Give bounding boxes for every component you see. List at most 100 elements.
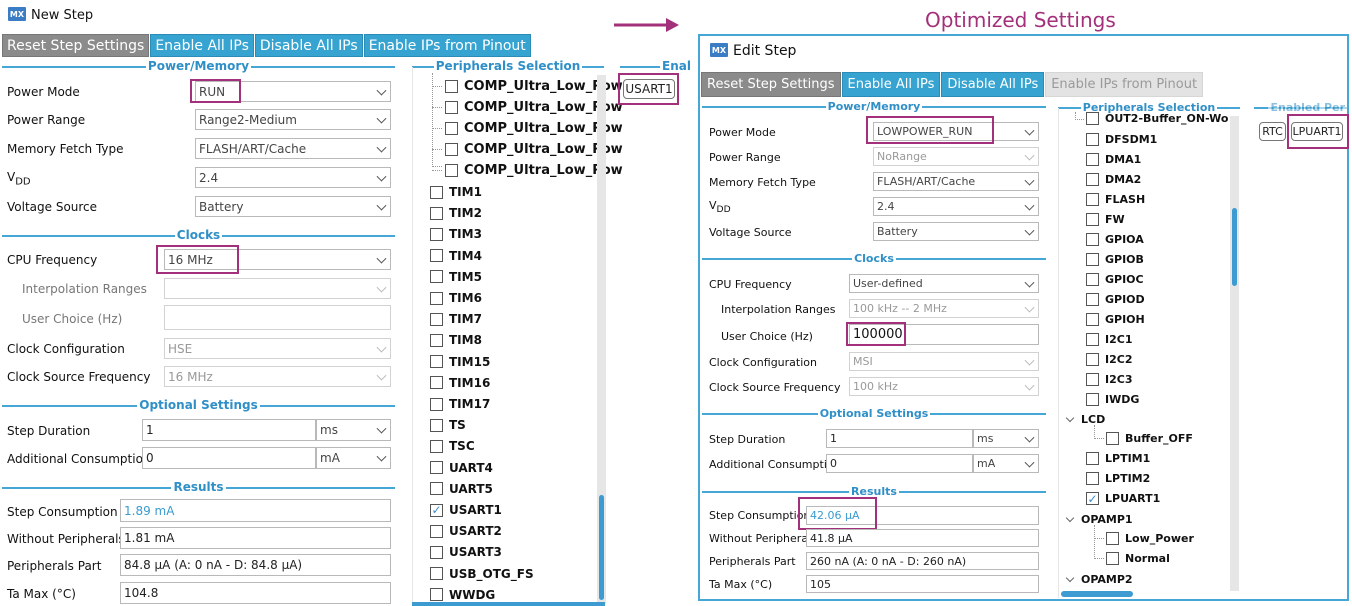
- peripheral-item[interactable]: TIM15: [430, 355, 490, 369]
- peripheral-item[interactable]: TSC: [430, 439, 475, 453]
- checkbox[interactable]: [430, 206, 443, 220]
- checkbox[interactable]: [430, 545, 443, 559]
- peripheral-item[interactable]: TIM4: [430, 249, 482, 263]
- peripheral-item[interactable]: USART2: [430, 524, 502, 538]
- vdd-select[interactable]: 2.4: [195, 167, 391, 188]
- peripheral-item[interactable]: OUT2-Buffer_ON-Wo: [1086, 112, 1228, 125]
- power-mode-select[interactable]: RUN: [195, 81, 391, 102]
- checkbox[interactable]: [1086, 472, 1099, 485]
- checkbox[interactable]: [1086, 213, 1099, 226]
- checkbox[interactable]: [1086, 373, 1099, 386]
- chevron-down-icon[interactable]: [1066, 415, 1075, 424]
- checkbox[interactable]: [1106, 432, 1119, 445]
- checkbox[interactable]: [1086, 273, 1099, 286]
- power-range-select[interactable]: Range2-Medium: [195, 109, 391, 130]
- peripheral-item[interactable]: WWDG: [430, 588, 495, 602]
- user-choice-input[interactable]: 100000: [849, 324, 1039, 345]
- peripheral-item[interactable]: TIM6: [430, 291, 482, 305]
- peripheral-item[interactable]: UART5: [430, 482, 493, 496]
- checkbox[interactable]: [430, 482, 443, 496]
- peripheral-item[interactable]: I2C1: [1086, 333, 1132, 346]
- checkbox[interactable]: [445, 143, 458, 156]
- clock-configuration-select[interactable]: MSI: [849, 352, 1039, 371]
- checkbox[interactable]: [430, 397, 443, 411]
- right-periph-scrollbar[interactable]: [1230, 116, 1239, 591]
- checkbox[interactable]: [445, 80, 458, 93]
- peripheral-item[interactable]: GPIOA: [1086, 233, 1144, 246]
- peripheral-item[interactable]: UART4: [430, 461, 493, 475]
- step-duration-unit-select[interactable]: ms: [316, 419, 391, 441]
- checkbox[interactable]: [430, 355, 443, 369]
- peripheral-item[interactable]: LPTIM2: [1086, 472, 1150, 485]
- peripheral-item[interactable]: USB_OTG_FS: [430, 567, 534, 581]
- interpolation-ranges-select[interactable]: [164, 278, 391, 299]
- enable-ips-from-pinout-button[interactable]: Enable IPs from Pinout: [363, 34, 531, 57]
- checkbox[interactable]: [430, 461, 443, 475]
- peripheral-item[interactable]: TIM7: [430, 312, 482, 326]
- peripheral-item[interactable]: GPIOC: [1086, 273, 1144, 286]
- additional-consumption-input[interactable]: 0: [826, 454, 973, 473]
- user-choice-input[interactable]: [164, 305, 391, 330]
- peripheral-item[interactable]: I2C2: [1086, 353, 1132, 366]
- peripheral-item[interactable]: TIM5: [430, 270, 482, 284]
- peripheral-item[interactable]: GPIOH: [1086, 313, 1145, 326]
- right-hscroll-thumb[interactable]: [1061, 591, 1133, 597]
- checkbox[interactable]: [1086, 173, 1099, 186]
- checkbox[interactable]: ✓: [1086, 492, 1099, 506]
- peripheral-item[interactable]: TIM1: [430, 185, 482, 199]
- checkbox[interactable]: [430, 524, 443, 538]
- peripheral-item[interactable]: FLASH: [1086, 193, 1145, 206]
- chevron-down-icon[interactable]: [1066, 515, 1075, 524]
- step-duration-input[interactable]: 1: [142, 419, 316, 441]
- clock-source-frequency-select[interactable]: 16 MHz: [164, 366, 391, 387]
- peripheral-item[interactable]: Buffer_OFF: [1106, 432, 1193, 445]
- checkbox[interactable]: [1086, 333, 1099, 346]
- interpolation-ranges-select[interactable]: 100 kHz -- 2 MHz: [849, 299, 1039, 318]
- voltage-source-select[interactable]: Battery: [873, 222, 1039, 241]
- checkbox[interactable]: [1086, 233, 1099, 246]
- scrollbar-thumb[interactable]: [599, 495, 604, 600]
- peripheral-item[interactable]: GPIOD: [1086, 293, 1145, 306]
- checkbox[interactable]: [1106, 532, 1119, 545]
- cpu-frequency-select[interactable]: 16 MHz: [164, 249, 391, 270]
- memory-fetch-select[interactable]: FLASH/ART/Cache: [195, 138, 391, 159]
- additional-consumption-input[interactable]: 0: [142, 447, 316, 469]
- chevron-down-icon[interactable]: [1066, 575, 1075, 584]
- left-periph-scrollbar[interactable]: [597, 75, 606, 604]
- enable-all-ips-button[interactable]: Enable All IPs: [150, 34, 254, 57]
- peripheral-item[interactable]: Normal: [1106, 552, 1170, 565]
- checkbox[interactable]: [1086, 293, 1099, 306]
- checkbox[interactable]: [430, 588, 443, 602]
- checkbox[interactable]: [1086, 133, 1099, 146]
- checkbox[interactable]: [430, 333, 443, 347]
- enabled-chip-lpuart1[interactable]: LPUART1: [1291, 122, 1343, 141]
- checkbox[interactable]: [430, 312, 443, 326]
- checkbox[interactable]: [430, 418, 443, 432]
- peripheral-item[interactable]: TIM2: [430, 206, 482, 220]
- peripheral-item[interactable]: FW: [1086, 213, 1125, 226]
- checkbox[interactable]: ✓: [430, 503, 443, 517]
- peripheral-item[interactable]: TIM8: [430, 333, 482, 347]
- enable-ips-from-pinout-button[interactable]: Enable IPs from Pinout: [1045, 72, 1204, 97]
- checkbox[interactable]: [1086, 253, 1099, 266]
- peripheral-item[interactable]: DMA1: [1086, 153, 1141, 166]
- peripheral-item[interactable]: DMA2: [1086, 173, 1141, 186]
- step-duration-input[interactable]: 1: [826, 429, 973, 448]
- enabled-chip-usart1[interactable]: USART1: [623, 79, 675, 99]
- checkbox[interactable]: [1086, 153, 1099, 166]
- additional-consumption-unit-select[interactable]: mA: [316, 447, 391, 469]
- checkbox[interactable]: [1086, 452, 1099, 465]
- checkbox[interactable]: [430, 270, 443, 284]
- clock-configuration-select[interactable]: HSE: [164, 338, 391, 359]
- peripheral-item[interactable]: GPIOB: [1086, 253, 1144, 266]
- checkbox[interactable]: [1086, 193, 1099, 206]
- checkbox[interactable]: [430, 439, 443, 453]
- checkbox[interactable]: [430, 185, 443, 199]
- reset-step-settings-button[interactable]: Reset Step Settings: [701, 72, 841, 97]
- peripheral-item[interactable]: Low_Power: [1106, 532, 1194, 545]
- disable-all-ips-button[interactable]: Disable All IPs: [941, 72, 1045, 97]
- peripheral-item[interactable]: ✓ LPUART1: [1086, 492, 1160, 506]
- checkbox[interactable]: [1086, 353, 1099, 366]
- power-range-select[interactable]: NoRange: [873, 147, 1039, 166]
- power-mode-select[interactable]: LOWPOWER_RUN: [873, 122, 1039, 141]
